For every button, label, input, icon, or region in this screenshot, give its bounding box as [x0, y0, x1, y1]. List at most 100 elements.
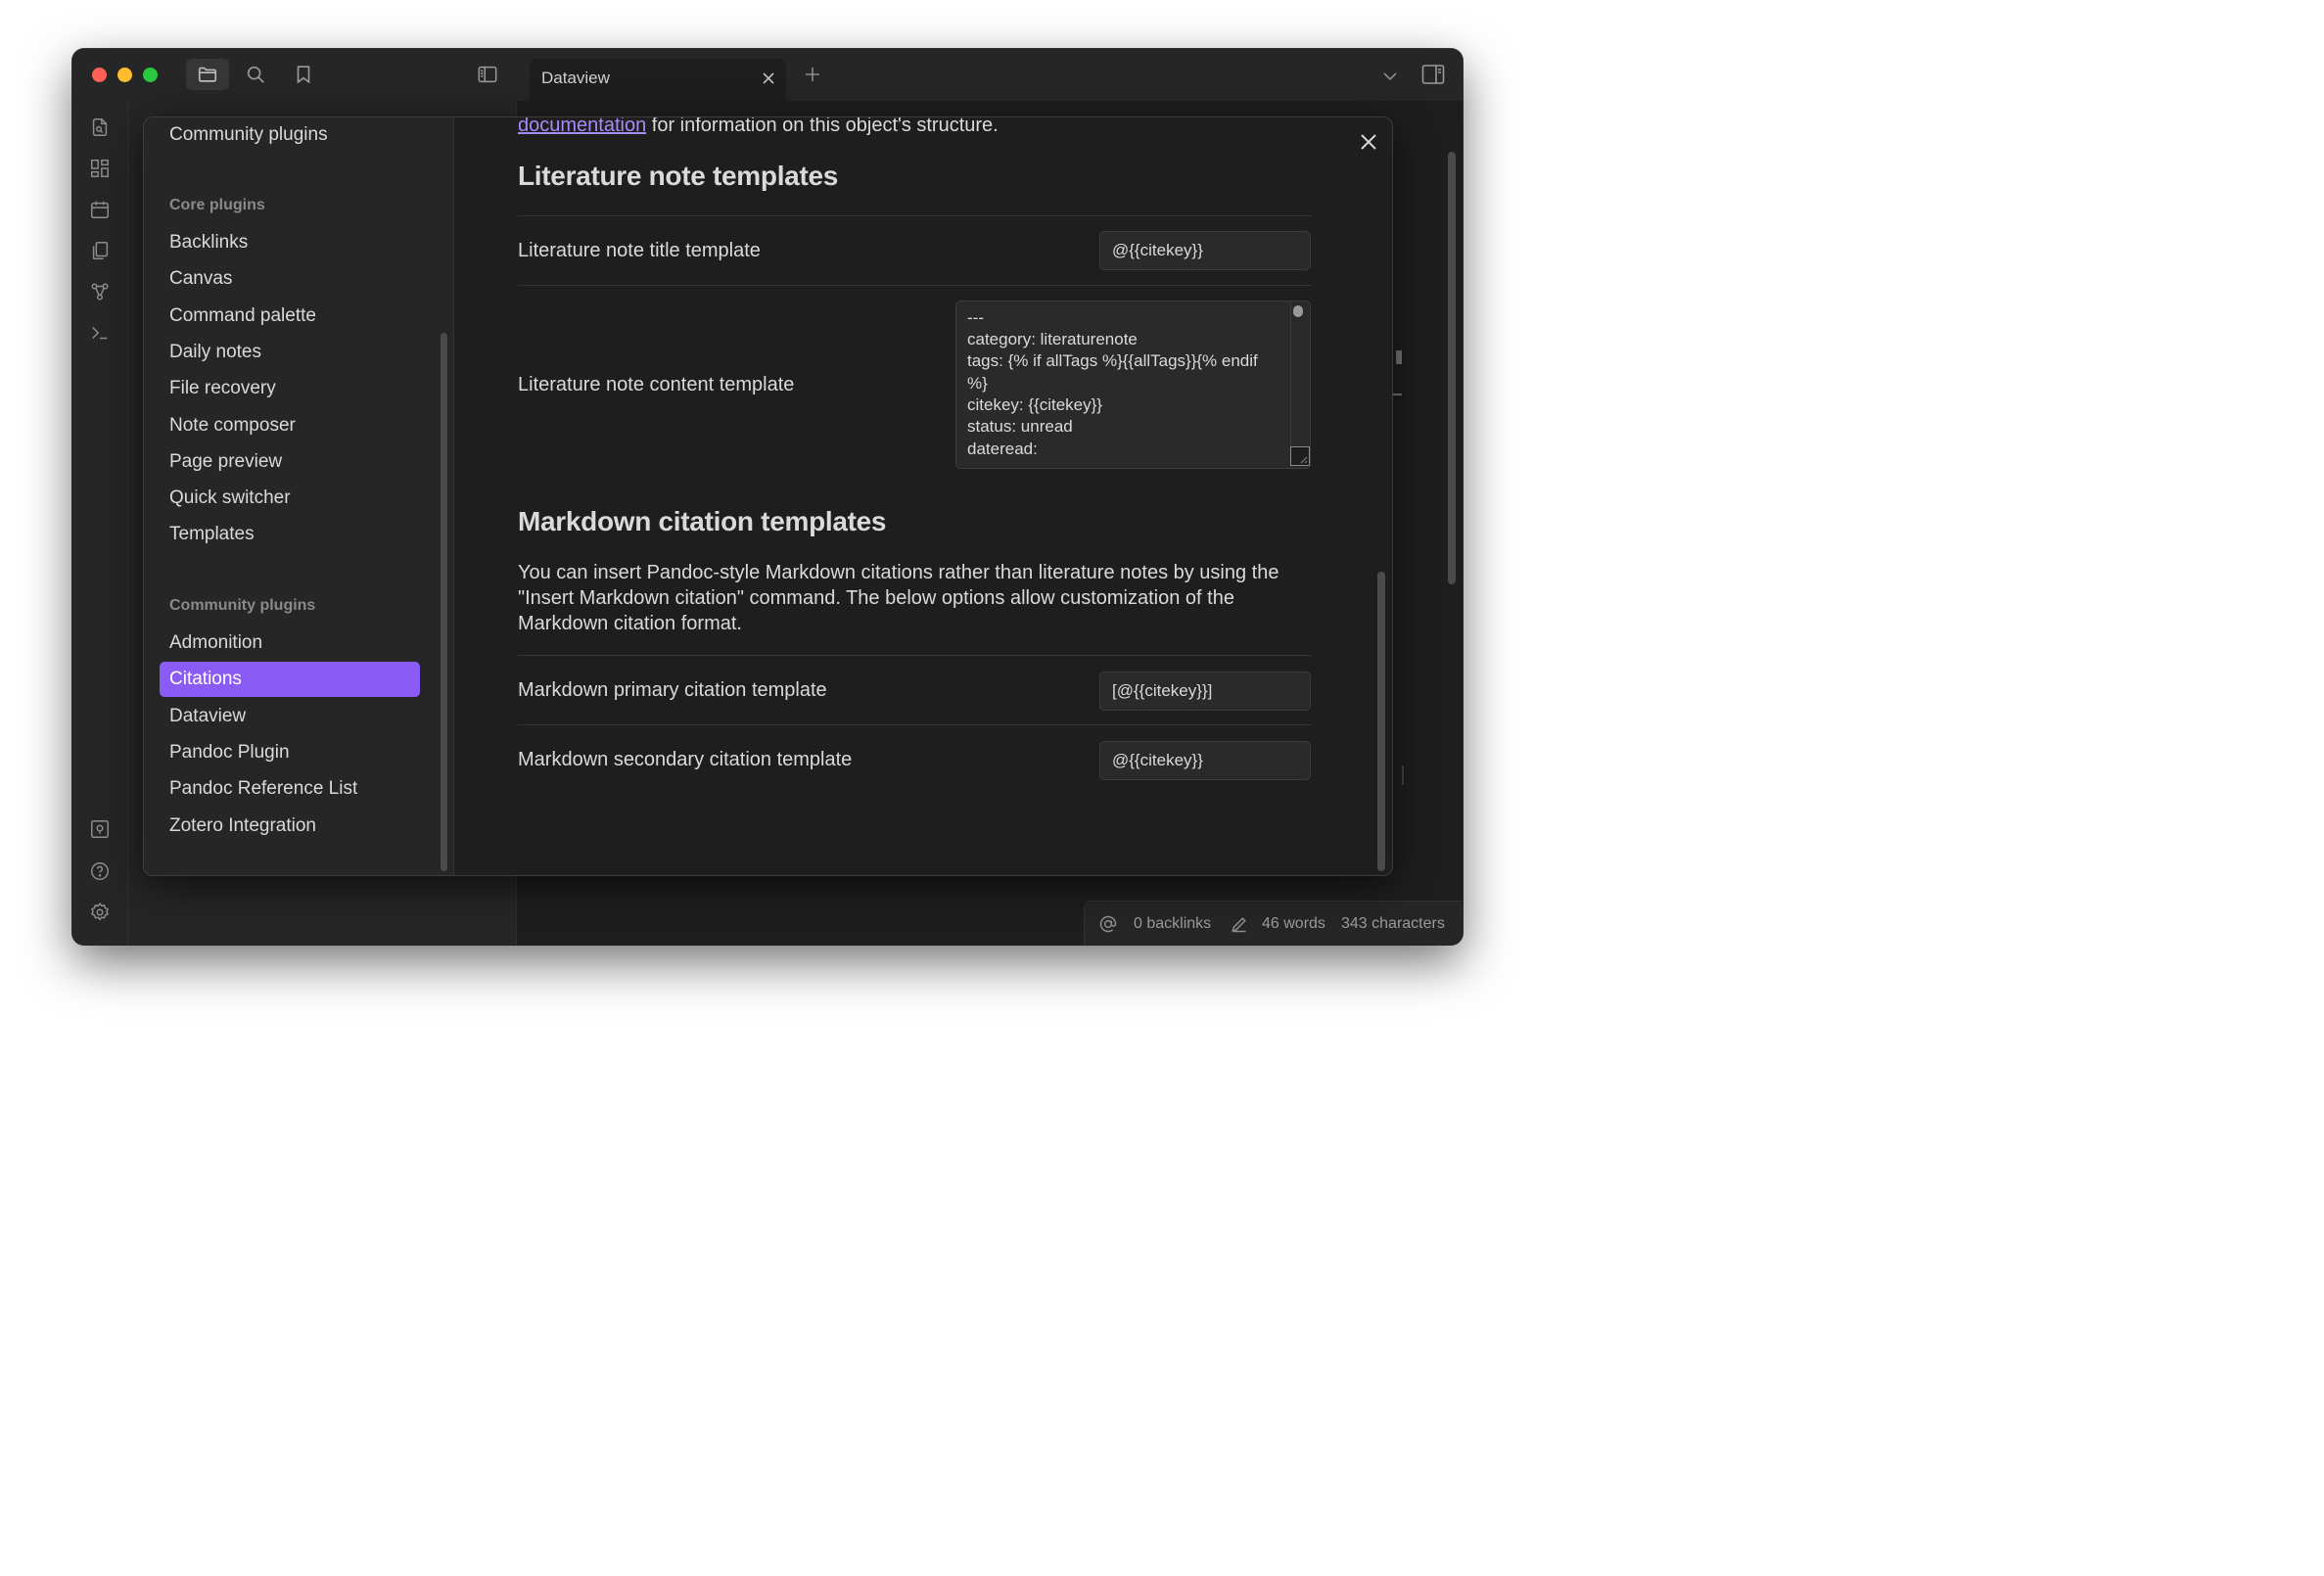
word-count: 46 words: [1262, 915, 1325, 932]
ribbon-settings[interactable]: [88, 901, 112, 924]
chevron-down-icon: [1383, 72, 1397, 81]
textarea-line: ---: [967, 308, 984, 327]
nav-item-pandoc-plugin[interactable]: Pandoc Plugin: [160, 735, 420, 770]
nav-item-canvas[interactable]: Canvas: [160, 261, 420, 297]
dashboard-icon: [91, 160, 109, 177]
open-quick-switcher-icon: [92, 118, 108, 136]
secondary-citation-label: Markdown secondary citation template: [518, 749, 853, 770]
markdown-description: You can insert Pandoc-style Markdown cit…: [518, 562, 1279, 634]
textarea-line: status: unread: [967, 417, 1073, 436]
folder-icon: [198, 67, 217, 82]
content-template-label: Literature note content template: [518, 374, 795, 395]
textarea-line: citekey: {{citekey}}: [967, 395, 1102, 414]
title-bar: Dataview: [72, 49, 1463, 101]
ribbon-graph[interactable]: [88, 280, 112, 303]
nav-item-backlinks[interactable]: Backlinks: [160, 225, 420, 260]
close-icon: [1361, 134, 1376, 150]
toggle-left-sidebar-button[interactable]: [466, 59, 509, 90]
textarea-line: %}: [967, 374, 988, 393]
bookmark-icon: [297, 66, 310, 84]
textarea-scrollbar[interactable]: [1293, 305, 1303, 317]
tab-title: Dataview: [541, 69, 610, 87]
editor-background-mark: [1402, 765, 1404, 785]
intro-rest: for information on this object's structu…: [646, 117, 999, 136]
nav-item-community-plugins-top[interactable]: Community plugins: [160, 117, 420, 153]
graph-icon: [91, 283, 109, 301]
markdown-heading: Markdown citation templates: [518, 506, 887, 536]
sidebar-toggle-icon: [478, 66, 497, 83]
nav-item-pandoc-reference-list[interactable]: Pandoc Reference List: [160, 771, 420, 807]
textarea-line: category: literaturenote: [967, 330, 1138, 348]
textarea-line: dateread:: [967, 440, 1038, 458]
backlinks-count: 0 backlinks: [1134, 915, 1212, 932]
resize-grip-icon: [1300, 456, 1308, 464]
title-template-input[interactable]: @{{citekey}}: [1099, 231, 1311, 270]
nav-item-daily-notes[interactable]: Daily notes: [160, 335, 420, 370]
nav-item-dataview[interactable]: Dataview: [160, 699, 420, 734]
ribbon-vault[interactable]: [88, 817, 112, 841]
tab-dataview[interactable]: Dataview: [530, 59, 786, 101]
settings-content: documentation for information on this ob…: [455, 117, 1392, 875]
literature-heading: Literature note templates: [518, 161, 839, 191]
divider: [518, 655, 1311, 656]
ribbon-command[interactable]: [88, 321, 112, 345]
divider: [518, 285, 1311, 286]
nav-item-file-recovery[interactable]: File recovery: [160, 371, 420, 406]
right-sidebar-toggle-icon: [1421, 65, 1445, 84]
nav-heading-community-plugins: Community plugins: [169, 597, 316, 614]
nav-scrollbar[interactable]: [441, 333, 447, 871]
nav-item-citations[interactable]: Citations: [160, 662, 420, 697]
nav-heading-core-plugins: Core plugins: [169, 197, 265, 213]
nav-item-zotero-integration[interactable]: Zotero Integration: [160, 809, 420, 844]
divider: [518, 724, 1311, 725]
minimize-window-button[interactable]: [117, 68, 132, 82]
settings-icon: [91, 903, 109, 921]
new-tab-button[interactable]: [801, 63, 824, 86]
plus-icon: [806, 68, 819, 81]
textarea-scroll-track: [1290, 301, 1291, 468]
close-icon: [763, 72, 774, 84]
nav-item-command-palette[interactable]: Command palette: [160, 299, 420, 334]
content-template-textarea[interactable]: --- category: literaturenote tags: {% if…: [955, 301, 1311, 469]
vault-icon: [91, 820, 109, 838]
search-icon: [247, 66, 264, 83]
settings-nav: Community plugins Core plugins Backlinks…: [144, 117, 454, 875]
nav-item-quick-switcher[interactable]: Quick switcher: [160, 481, 420, 516]
status-bar: 0 backlinks 46 words 343 characters: [1084, 901, 1463, 945]
documentation-link[interactable]: documentation: [518, 117, 646, 136]
tab-close-button[interactable]: [759, 69, 778, 88]
ribbon-calendar[interactable]: [88, 198, 112, 221]
close-window-button[interactable]: [92, 68, 107, 82]
help-icon: [91, 862, 109, 880]
nav-item-admonition[interactable]: Admonition: [160, 626, 420, 661]
zoom-window-button[interactable]: [143, 68, 158, 82]
ribbon-help[interactable]: [88, 859, 112, 883]
toggle-right-sidebar-button[interactable]: [1419, 63, 1447, 86]
editor-scrollbar[interactable]: [1448, 152, 1456, 584]
nav-item-templates[interactable]: Templates: [160, 517, 420, 552]
ribbon-dashboard[interactable]: [88, 157, 112, 180]
nav-item-page-preview[interactable]: Page preview: [160, 444, 420, 480]
left-ribbon: [72, 101, 128, 945]
calendar-icon: [91, 201, 109, 218]
tab-list-button[interactable]: [1378, 65, 1402, 88]
divider: [518, 215, 1311, 216]
nav-item-note-composer[interactable]: Note composer: [160, 408, 420, 443]
file-explorer-button[interactable]: [186, 59, 229, 90]
bookmarks-button[interactable]: [282, 59, 325, 90]
terminal-icon: [92, 326, 108, 340]
backlinks-status[interactable]: [1098, 914, 1118, 934]
content-scrollbar[interactable]: [1377, 572, 1385, 871]
primary-citation-label: Markdown primary citation template: [518, 679, 827, 701]
primary-citation-input[interactable]: [@{{citekey}}]: [1099, 672, 1311, 711]
close-settings-button[interactable]: [1357, 130, 1380, 154]
ribbon-quick-switcher[interactable]: [88, 116, 112, 139]
secondary-citation-input[interactable]: @{{citekey}}: [1099, 741, 1311, 780]
textarea-line: tags: {% if allTags %}{{allTags}}{% endi…: [967, 351, 1258, 370]
textarea-resize-handle[interactable]: [1290, 446, 1310, 466]
search-button[interactable]: [234, 59, 277, 90]
ribbon-copy-pages[interactable]: [88, 239, 112, 262]
edit-mode-status[interactable]: [1230, 914, 1249, 934]
at-sign-icon: [1099, 915, 1117, 933]
intro-text: documentation for information on this ob…: [518, 117, 999, 137]
